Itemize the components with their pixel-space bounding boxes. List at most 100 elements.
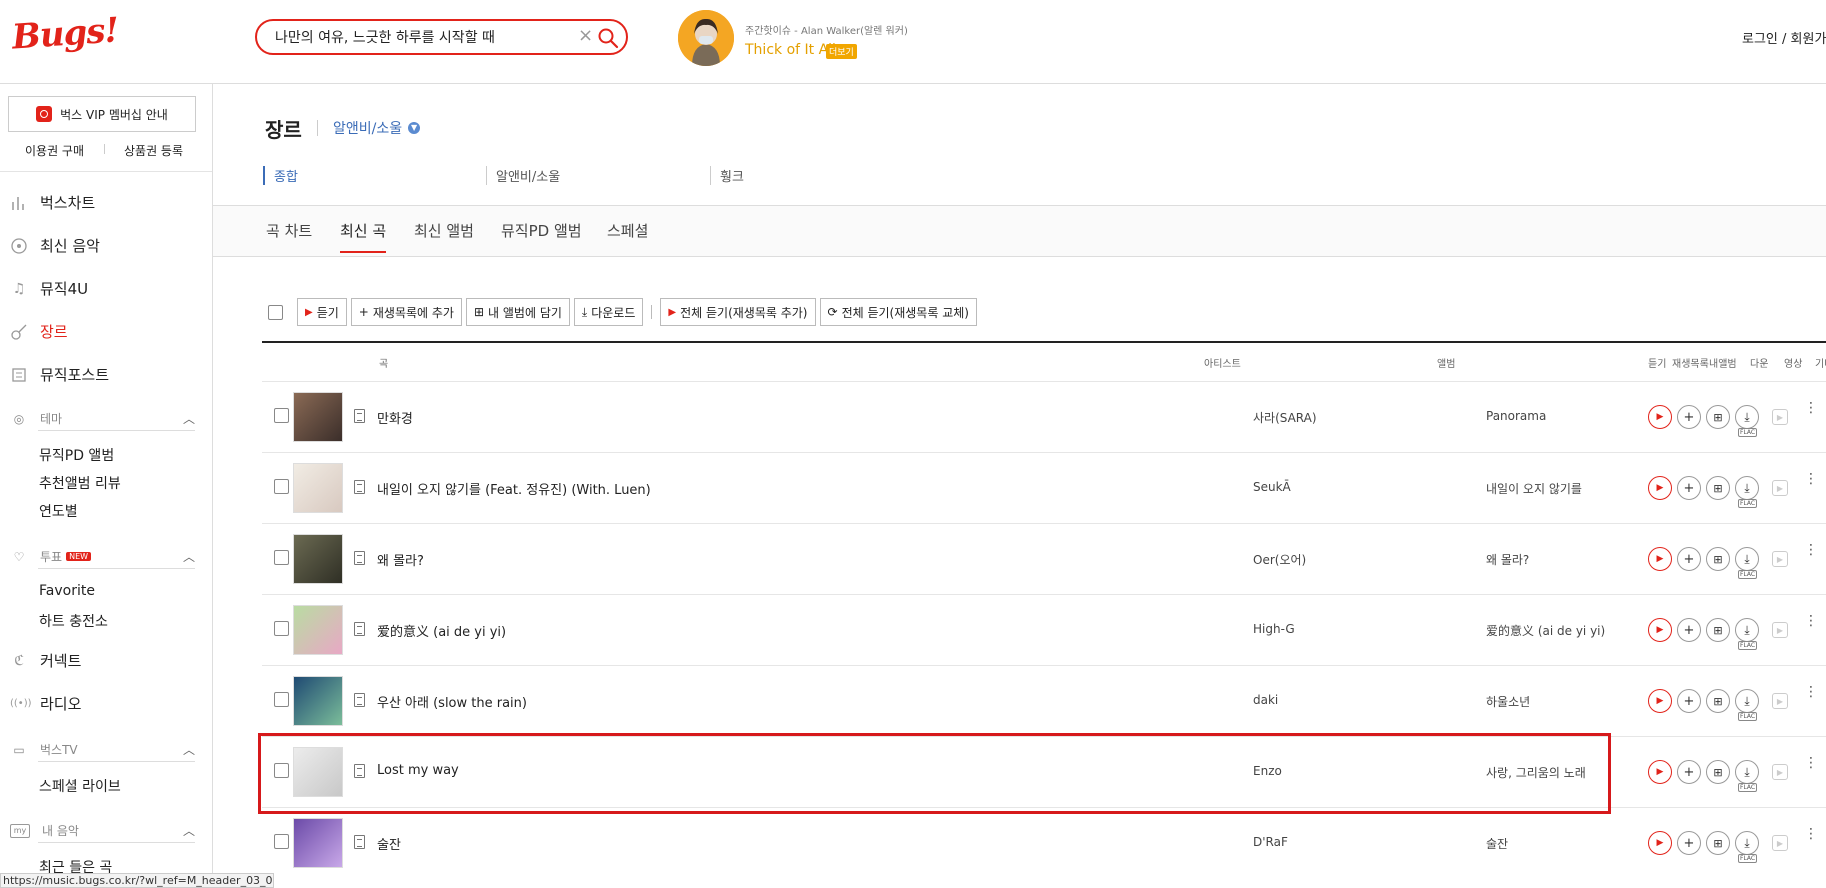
download-icon[interactable]: ⤓: [1735, 618, 1759, 642]
filter-funk[interactable]: 훵크: [710, 166, 744, 185]
track-artist[interactable]: daki: [1253, 693, 1278, 707]
track-checkbox[interactable]: [274, 834, 289, 849]
sidebar-item-new-music[interactable]: 최신 음악: [10, 235, 100, 256]
track-title[interactable]: 술잔: [377, 834, 401, 853]
vip-membership-button[interactable]: 벅스 VIP 멤버십 안내: [8, 96, 196, 132]
folder-add-icon[interactable]: ⊞: [1706, 760, 1730, 784]
sidebar-item-heart[interactable]: 하트 충전소: [39, 611, 108, 631]
search-icon[interactable]: [597, 27, 619, 49]
album-thumbnail[interactable]: [293, 747, 343, 797]
download-button[interactable]: ⤓ 다운로드: [573, 298, 644, 326]
play-icon[interactable]: ▶: [1648, 618, 1672, 642]
track-artist[interactable]: High-G: [1253, 622, 1295, 636]
download-icon[interactable]: ⤓: [1735, 689, 1759, 713]
play-icon[interactable]: ▶: [1648, 831, 1672, 855]
add-album-button[interactable]: ⊞ 내 앨범에 담기: [465, 298, 570, 326]
play-icon[interactable]: ▶: [1648, 476, 1672, 500]
track-artist[interactable]: 사라(SARA): [1253, 409, 1317, 426]
sidebar-item-radio[interactable]: ((•)) 라디오: [10, 693, 81, 714]
sidebar-item-pd-album[interactable]: 뮤직PD 앨범: [39, 445, 114, 465]
chevron-up-icon[interactable]: ︿: [183, 410, 195, 427]
sidebar-item-year[interactable]: 연도별: [39, 501, 78, 521]
plus-icon[interactable]: +: [1677, 689, 1701, 713]
tab-special[interactable]: 스페셜: [607, 220, 648, 251]
track-checkbox[interactable]: [274, 408, 289, 423]
more-icon[interactable]: ⋮: [1804, 827, 1818, 841]
play-icon[interactable]: ▶: [1648, 760, 1672, 784]
track-album[interactable]: 爱的意义 (ai de yi yi): [1486, 622, 1605, 639]
track-artist[interactable]: Enzo: [1253, 764, 1282, 778]
clear-icon[interactable]: ×: [578, 25, 593, 46]
track-title[interactable]: 우산 아래 (slow the rain): [377, 692, 527, 711]
download-icon[interactable]: ⤓: [1735, 547, 1759, 571]
album-thumbnail[interactable]: [293, 818, 343, 868]
bugs-logo[interactable]: Bugs!: [11, 10, 120, 57]
sidebar-item-chart[interactable]: 벅스차트: [10, 192, 95, 213]
track-title[interactable]: Lost my way: [377, 763, 459, 778]
plus-icon[interactable]: +: [1677, 547, 1701, 571]
track-album[interactable]: 술잔: [1486, 835, 1508, 852]
track-artist[interactable]: SeukĀ: [1253, 480, 1291, 494]
play-all-add-button[interactable]: ▶ 전체 듣기(재생목록 추가): [660, 298, 816, 326]
track-checkbox[interactable]: [274, 621, 289, 636]
more-icon[interactable]: ⋮: [1804, 543, 1818, 557]
sidebar-item-musicpost[interactable]: 뮤직포스트: [10, 364, 109, 385]
track-album[interactable]: 사랑, 그리움의 노래: [1486, 764, 1586, 781]
track-checkbox[interactable]: [274, 550, 289, 565]
track-title[interactable]: 왜 몰라?: [377, 550, 424, 569]
lyrics-icon[interactable]: [354, 409, 365, 423]
tab-latest-albums[interactable]: 최신 앨범: [414, 220, 474, 251]
lyrics-icon[interactable]: [354, 835, 365, 849]
play-all-replace-button[interactable]: ⟳ 전체 듣기(재생목록 교체): [819, 298, 977, 326]
track-artist[interactable]: D'RaF: [1253, 835, 1288, 849]
plus-icon[interactable]: +: [1677, 476, 1701, 500]
chevron-up-icon[interactable]: ︿: [183, 741, 195, 758]
filter-rnb[interactable]: 알앤비/소울: [486, 166, 560, 185]
track-checkbox[interactable]: [274, 479, 289, 494]
track-title[interactable]: 爱的意义 (ai de yi yi): [377, 621, 506, 640]
track-title[interactable]: 만화경: [377, 408, 413, 427]
more-icon[interactable]: ⋮: [1804, 472, 1818, 486]
track-checkbox[interactable]: [274, 692, 289, 707]
sidebar-item-genre[interactable]: 장르: [10, 321, 68, 342]
lyrics-icon[interactable]: [354, 764, 365, 778]
download-icon[interactable]: ⤓: [1735, 831, 1759, 855]
sidebar-item-connect[interactable]: ℭ 커넥트: [10, 650, 81, 671]
play-icon[interactable]: ▶: [1648, 689, 1672, 713]
select-all-checkbox[interactable]: [268, 304, 283, 320]
promo-title[interactable]: Thick of It All: [745, 42, 836, 58]
folder-add-icon[interactable]: ⊞: [1706, 547, 1730, 571]
download-icon[interactable]: ⤓: [1735, 476, 1759, 500]
sidebar-item-review[interactable]: 추천앨범 리뷰: [39, 473, 121, 493]
add-playlist-button[interactable]: + 재생목록에 추가: [350, 298, 462, 326]
plus-icon[interactable]: +: [1677, 760, 1701, 784]
track-title[interactable]: 내일이 오지 않기를 (Feat. 정유진) (With. Luen): [377, 479, 651, 498]
more-icon[interactable]: ⋮: [1804, 401, 1818, 415]
chevron-up-icon[interactable]: ︿: [183, 822, 195, 839]
folder-add-icon[interactable]: ⊞: [1706, 618, 1730, 642]
tab-pd-albums[interactable]: 뮤직PD 앨범: [501, 220, 582, 251]
purchase-link[interactable]: 이용권 구매: [25, 142, 84, 159]
listen-button[interactable]: ▶ 듣기: [297, 298, 347, 326]
promo-artist-avatar[interactable]: [678, 10, 734, 66]
lyrics-icon[interactable]: [354, 480, 365, 494]
download-icon[interactable]: ⤓: [1735, 760, 1759, 784]
chevron-up-icon[interactable]: ︿: [183, 548, 195, 565]
play-icon[interactable]: ▶: [1648, 547, 1672, 571]
lyrics-icon[interactable]: [354, 693, 365, 707]
album-thumbnail[interactable]: [293, 676, 343, 726]
more-icon[interactable]: ⋮: [1804, 685, 1818, 699]
track-album[interactable]: 왜 몰라?: [1486, 551, 1529, 568]
genre-selector[interactable]: 알앤비/소울 ▼: [333, 118, 421, 138]
tab-song-chart[interactable]: 곡 차트: [266, 220, 312, 251]
download-icon[interactable]: ⤓: [1735, 405, 1759, 429]
sidebar-item-favorite[interactable]: Favorite: [39, 583, 95, 599]
folder-add-icon[interactable]: ⊞: [1706, 831, 1730, 855]
plus-icon[interactable]: +: [1677, 831, 1701, 855]
album-thumbnail[interactable]: [293, 463, 343, 513]
plus-icon[interactable]: +: [1677, 618, 1701, 642]
more-icon[interactable]: ⋮: [1804, 756, 1818, 770]
album-thumbnail[interactable]: [293, 392, 343, 442]
album-thumbnail[interactable]: [293, 534, 343, 584]
search-input[interactable]: [273, 28, 567, 46]
